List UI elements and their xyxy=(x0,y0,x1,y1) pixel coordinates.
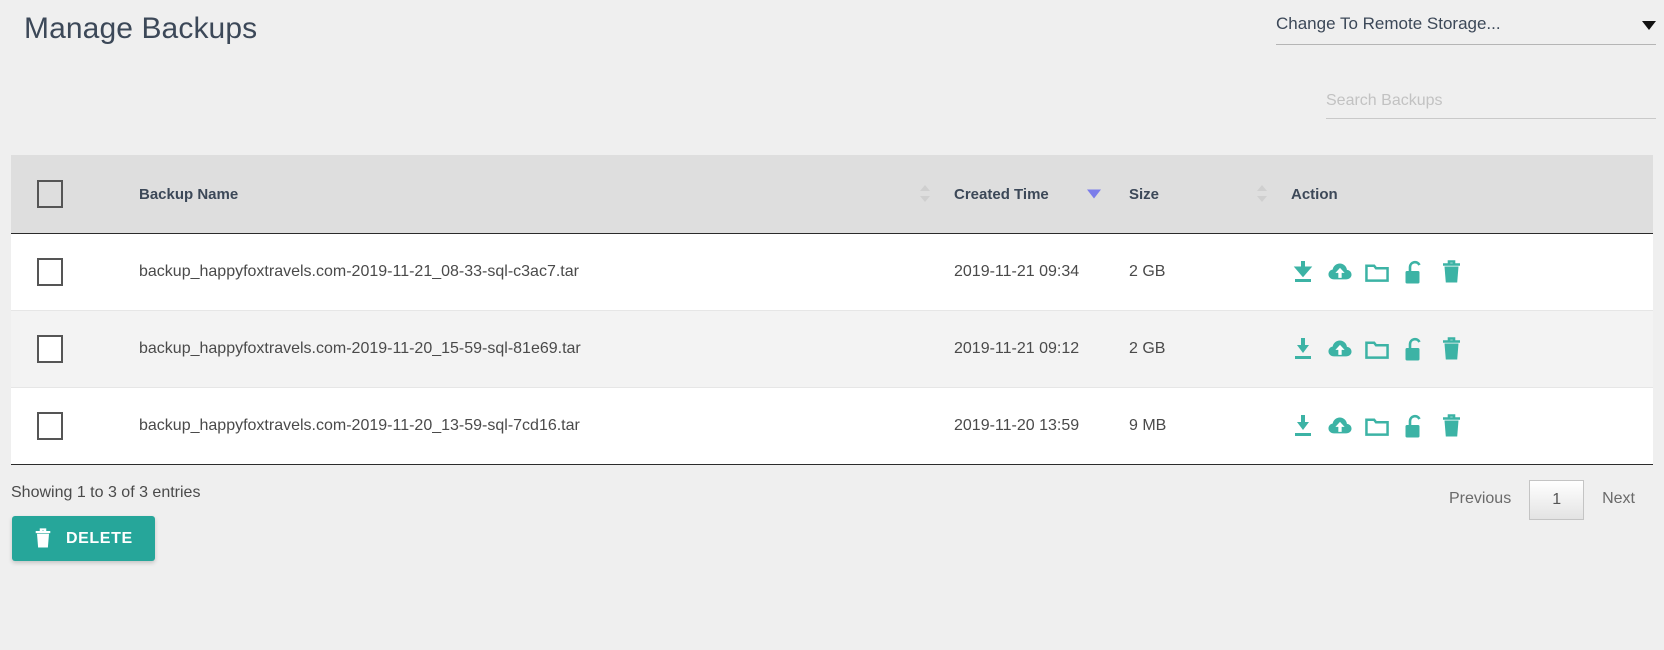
row-select-cell xyxy=(11,233,125,311)
row-select-cell xyxy=(11,310,125,388)
trash-icon[interactable] xyxy=(1439,336,1463,362)
delete-button-label: DELETE xyxy=(66,529,133,547)
backup-size: 9 MB xyxy=(1129,417,1167,434)
column-header-created-time[interactable]: Created Time xyxy=(940,155,1115,234)
created-time: 2019-11-21 09:12 xyxy=(954,340,1080,357)
row-created-time-cell: 2019-11-21 09:34 xyxy=(940,233,1115,311)
folder-icon[interactable] xyxy=(1365,336,1389,362)
backup-name: backup_happyfoxtravels.com-2019-11-20_13… xyxy=(139,417,580,434)
row-checkbox[interactable] xyxy=(37,335,63,363)
unlock-icon[interactable] xyxy=(1402,336,1426,362)
row-select-cell xyxy=(11,387,125,465)
row-action-cell xyxy=(1277,310,1653,388)
pagination-page-1-button[interactable]: 1 xyxy=(1529,480,1585,520)
created-time: 2019-11-21 09:34 xyxy=(954,263,1080,280)
pagination: Previous 1 Next xyxy=(1431,480,1653,520)
row-checkbox[interactable] xyxy=(37,412,63,440)
sort-descending-icon xyxy=(1087,189,1101,199)
row-size-cell: 9 MB xyxy=(1115,387,1277,465)
row-size-cell: 2 GB xyxy=(1115,310,1277,388)
row-size-cell: 2 GB xyxy=(1115,233,1277,311)
page-title: Manage Backups xyxy=(24,12,258,45)
trash-icon xyxy=(34,528,52,549)
chevron-down-icon xyxy=(1642,21,1656,30)
pagination-next-button[interactable]: Next xyxy=(1584,480,1653,520)
row-backup-name-cell: backup_happyfoxtravels.com-2019-11-21_08… xyxy=(125,233,940,311)
table-header: Backup Name Created Time Size Action xyxy=(11,155,1653,234)
backup-name: backup_happyfoxtravels.com-2019-11-21_08… xyxy=(139,263,579,280)
table-header-row: Backup Name Created Time Size Action xyxy=(11,155,1653,234)
folder-icon[interactable] xyxy=(1365,413,1389,439)
column-header-size[interactable]: Size xyxy=(1115,155,1277,234)
cloud-upload-icon[interactable] xyxy=(1328,413,1352,439)
remote-storage-select[interactable]: Change To Remote Storage... xyxy=(1276,14,1656,45)
remote-storage-select-wrap: Change To Remote Storage... xyxy=(1276,14,1656,45)
column-header-action-label: Action xyxy=(1291,185,1338,203)
backup-size: 2 GB xyxy=(1129,263,1166,280)
select-all-checkbox[interactable] xyxy=(37,180,63,208)
row-action-cell xyxy=(1277,387,1653,465)
trash-icon[interactable] xyxy=(1439,259,1463,285)
column-header-select xyxy=(11,155,125,234)
column-header-action: Action xyxy=(1277,155,1653,234)
row-action-icons xyxy=(1291,413,1653,439)
download-icon[interactable] xyxy=(1291,413,1315,439)
unlock-icon[interactable] xyxy=(1402,259,1426,285)
sort-indicator-backup-name xyxy=(920,184,930,204)
download-icon[interactable] xyxy=(1291,259,1315,285)
download-icon[interactable] xyxy=(1291,336,1315,362)
page-header: Manage Backups Change To Remote Storage.… xyxy=(0,0,1664,150)
row-action-icons xyxy=(1291,259,1653,285)
search-input[interactable] xyxy=(1326,92,1656,119)
created-time: 2019-11-20 13:59 xyxy=(954,417,1080,434)
remote-storage-select-label: Change To Remote Storage... xyxy=(1276,14,1501,33)
backups-table: Backup Name Created Time Size Action bac… xyxy=(11,155,1653,465)
table-footer: Showing 1 to 3 of 3 entries Previous 1 N… xyxy=(11,480,1653,540)
column-header-size-label: Size xyxy=(1129,185,1160,203)
trash-icon[interactable] xyxy=(1439,413,1463,439)
row-backup-name-cell: backup_happyfoxtravels.com-2019-11-20_13… xyxy=(125,387,940,465)
backup-name: backup_happyfoxtravels.com-2019-11-20_15… xyxy=(139,340,581,357)
row-action-icons xyxy=(1291,336,1653,362)
backup-size: 2 GB xyxy=(1129,340,1166,357)
backups-table-area: Backup Name Created Time Size Action bac… xyxy=(11,155,1653,465)
table-row: backup_happyfoxtravels.com-2019-11-20_15… xyxy=(11,310,1653,388)
row-created-time-cell: 2019-11-20 13:59 xyxy=(940,387,1115,465)
row-backup-name-cell: backup_happyfoxtravels.com-2019-11-20_15… xyxy=(125,310,940,388)
column-header-backup-name-label: Backup Name xyxy=(139,185,239,203)
folder-icon[interactable] xyxy=(1365,259,1389,285)
sort-indicator-size xyxy=(1257,184,1267,204)
cloud-upload-icon[interactable] xyxy=(1328,336,1352,362)
table-body: backup_happyfoxtravels.com-2019-11-21_08… xyxy=(11,233,1653,465)
cloud-upload-icon[interactable] xyxy=(1328,259,1352,285)
pagination-previous-button[interactable]: Previous xyxy=(1431,480,1529,520)
unlock-icon[interactable] xyxy=(1402,413,1426,439)
table-row: backup_happyfoxtravels.com-2019-11-20_13… xyxy=(11,387,1653,465)
table-row: backup_happyfoxtravels.com-2019-11-21_08… xyxy=(11,233,1653,311)
search-backups-wrap xyxy=(1326,92,1656,119)
showing-entries-text: Showing 1 to 3 of 3 entries xyxy=(11,484,201,501)
delete-button[interactable]: DELETE xyxy=(12,516,155,561)
row-checkbox[interactable] xyxy=(37,258,63,286)
row-action-cell xyxy=(1277,233,1653,311)
column-header-backup-name[interactable]: Backup Name xyxy=(125,155,940,234)
row-created-time-cell: 2019-11-21 09:12 xyxy=(940,310,1115,388)
